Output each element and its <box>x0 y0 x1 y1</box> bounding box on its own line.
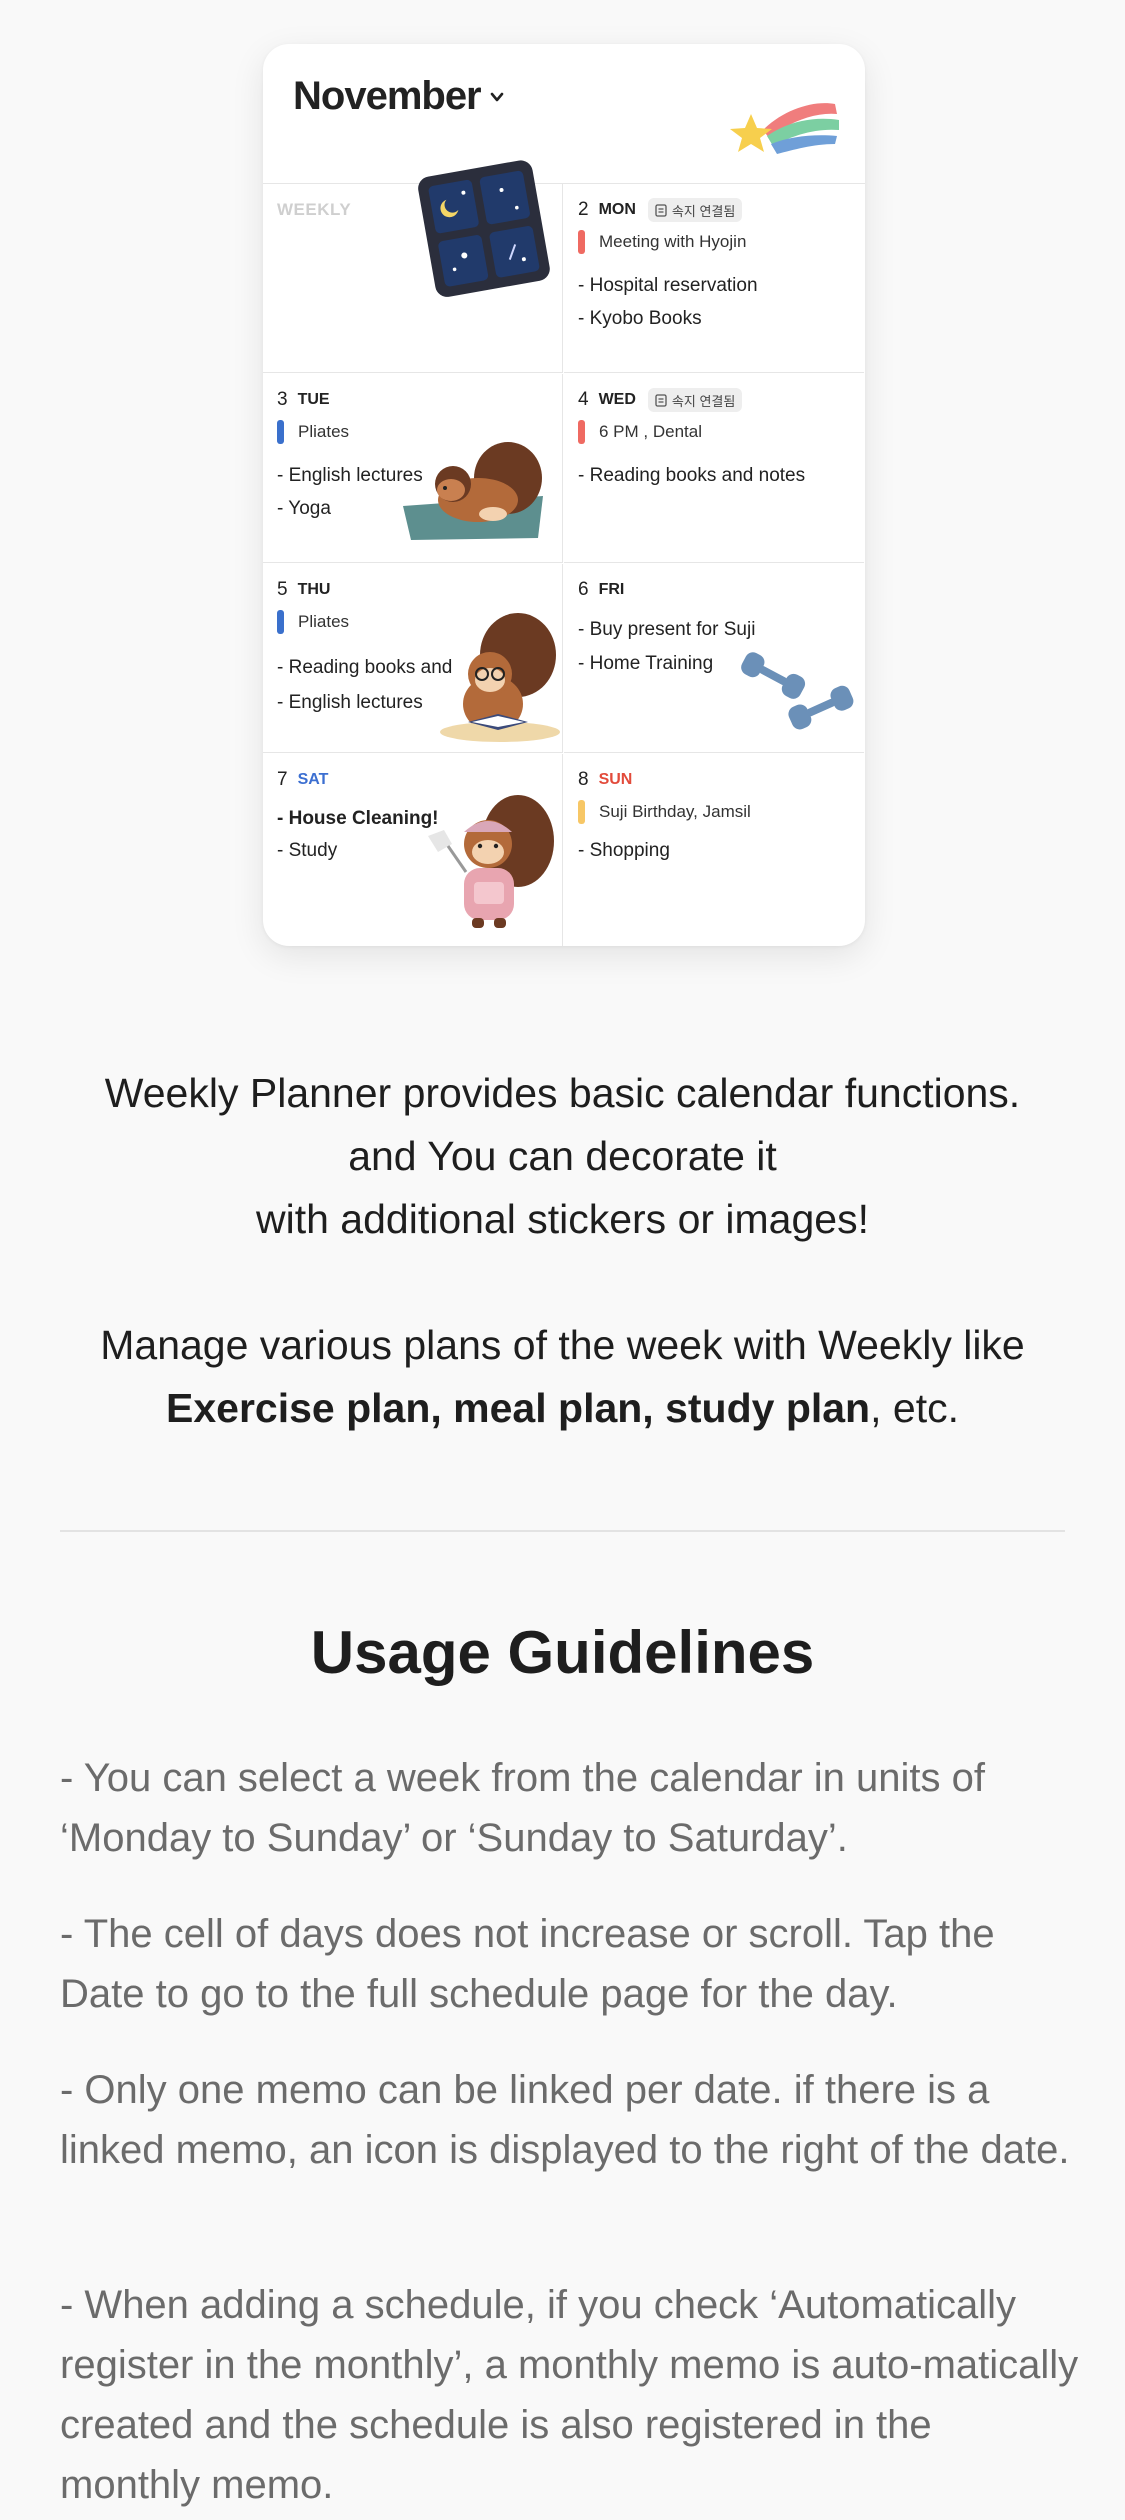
todo-item[interactable]: - Hospital reservation <box>578 275 758 297</box>
guideline-item: - When adding a schedule, if you check ‘… <box>60 2283 1079 2507</box>
description-text: , etc. <box>870 1385 959 1431</box>
weekly-memo-cell[interactable]: WEEKLY <box>263 160 563 373</box>
shooting-star-sticker <box>730 103 839 154</box>
day-name: TUE <box>297 391 330 408</box>
todo-item[interactable]: - House Cleaning! <box>277 808 439 830</box>
section-divider <box>60 1530 1065 1532</box>
day-name: MON <box>598 201 636 218</box>
squirrel-yoga-sticker <box>403 442 543 540</box>
squirrel-cleaning-sticker <box>428 795 554 928</box>
day-header-sun[interactable]: 8 SUN <box>578 768 632 792</box>
day-name: SAT <box>297 771 329 788</box>
event-label: Suji Birthday, Jamsil <box>599 802 751 821</box>
description-bold-text: Exercise plan, meal plan, study plan <box>166 1385 871 1431</box>
weekly-planner-card: November WEEKLY 2 MON 속지 연결됨 Meeting wit… <box>263 44 865 946</box>
description-line: Manage various plans of the week with We… <box>100 1322 1025 1368</box>
event-item[interactable]: Meeting with Hyojin <box>578 230 746 254</box>
event-color-tag <box>277 420 284 444</box>
day-cell-mon[interactable]: 2 MON 속지 연결됨 Meeting with Hyojin - Hospi… <box>564 184 864 373</box>
weekly-label: WEEKLY <box>277 200 352 219</box>
todo-item[interactable]: - Shopping <box>578 840 670 862</box>
day-number: 5 <box>277 579 288 600</box>
todo-item[interactable]: - English lectures <box>277 692 423 714</box>
day-header-wed[interactable]: 4 WED 속지 연결됨 <box>578 388 743 412</box>
description-block-1: Weekly Planner provides basic calendar f… <box>0 1062 1125 1251</box>
guidelines-title: Usage Guidelines <box>310 1619 815 1686</box>
chevron-down-icon <box>490 92 503 101</box>
description-line: with additional stickers or images! <box>256 1196 869 1242</box>
day-number: 7 <box>277 769 288 790</box>
month-title: November <box>293 74 482 118</box>
dumbbell-sticker <box>741 652 854 730</box>
day-name: SUN <box>598 771 633 788</box>
todo-item[interactable]: - Reading books and <box>277 657 452 679</box>
description-line: Exercise plan, meal plan, study plan, et… <box>0 1377 1125 1440</box>
memo-icon <box>655 393 667 407</box>
day-name: THU <box>297 581 331 598</box>
day-header-fri[interactable]: 6 FRI <box>578 578 624 602</box>
day-header-sat[interactable]: 7 SAT <box>277 768 328 792</box>
todo-item[interactable]: - Home Training <box>578 653 713 675</box>
event-color-tag <box>277 610 284 634</box>
day-number: 6 <box>578 579 589 600</box>
day-header-thu[interactable]: 5 THU <box>277 578 330 602</box>
day-cell-wed[interactable]: 4 WED 속지 연결됨 6 PM , Dental - Reading boo… <box>564 374 864 563</box>
guideline-item: - You can select a week from the calenda… <box>60 1756 985 1860</box>
todo-item[interactable]: - Reading books and notes <box>578 465 805 487</box>
day-number: 3 <box>277 389 288 410</box>
event-item[interactable]: Suji Birthday, Jamsil <box>578 800 751 824</box>
todo-item[interactable]: - Study <box>277 840 337 862</box>
todo-item[interactable]: - Kyobo Books <box>578 308 702 330</box>
day-number: 8 <box>578 769 589 790</box>
night-window-sticker <box>418 160 550 297</box>
squirrel-reading-sticker <box>440 613 560 742</box>
guideline-item: - The cell of days does not increase or … <box>60 1912 995 2016</box>
guideline-item: - Only one memo can be linked per date. … <box>60 2068 1070 2172</box>
day-number: 2 <box>578 199 589 220</box>
event-label: Meeting with Hyojin <box>599 232 747 251</box>
day-header-mon[interactable]: 2 MON 속지 연결됨 <box>578 198 743 222</box>
day-cell-thu[interactable]: 5 THU Pliates - Reading books and - Engl… <box>263 564 563 753</box>
description-block-2: Manage various plans of the week with We… <box>0 1314 1125 1440</box>
event-color-tag <box>578 420 585 444</box>
day-cell-sat[interactable]: 7 SAT - House Cleaning! - Study <box>263 754 563 946</box>
week-grid: WEEKLY 2 MON 속지 연결됨 Meeting with Hyojin … <box>263 160 865 946</box>
memo-badge-label: 속지 연결됨 <box>671 203 736 219</box>
planner-header: November <box>263 44 865 184</box>
month-selector[interactable]: November <box>293 74 505 119</box>
event-item[interactable]: 6 PM , Dental <box>578 420 702 444</box>
day-cell-fri[interactable]: 6 FRI - Buy present for Suji - Home Trai… <box>564 564 864 753</box>
day-name: FRI <box>598 581 625 598</box>
event-color-tag <box>578 230 585 254</box>
event-label: 6 PM , Dental <box>599 422 702 441</box>
memo-icon <box>655 203 667 217</box>
day-name: WED <box>598 391 636 408</box>
todo-item[interactable]: - Yoga <box>277 498 331 520</box>
todo-item[interactable]: - Buy present for Suji <box>578 619 755 641</box>
event-item[interactable]: Pliates <box>277 420 349 444</box>
day-cell-tue[interactable]: 3 TUE Pliates - English lectures - Yoga <box>263 374 563 563</box>
linked-memo-badge[interactable]: 속지 연결됨 <box>647 198 743 222</box>
event-color-tag <box>578 800 585 824</box>
event-item[interactable]: Pliates <box>277 610 349 634</box>
description-line: and You can decorate it <box>348 1133 777 1179</box>
linked-memo-badge[interactable]: 속지 연결됨 <box>647 388 743 412</box>
day-header-tue[interactable]: 3 TUE <box>277 388 330 412</box>
event-label: Pliates <box>298 612 350 631</box>
day-number: 4 <box>578 389 589 410</box>
description-line: Weekly Planner provides basic calendar f… <box>104 1070 1021 1116</box>
event-label: Pliates <box>298 422 350 441</box>
day-cell-sun[interactable]: 8 SUN Suji Birthday, Jamsil - Shopping <box>564 754 864 946</box>
memo-badge-label: 속지 연결됨 <box>671 393 736 409</box>
